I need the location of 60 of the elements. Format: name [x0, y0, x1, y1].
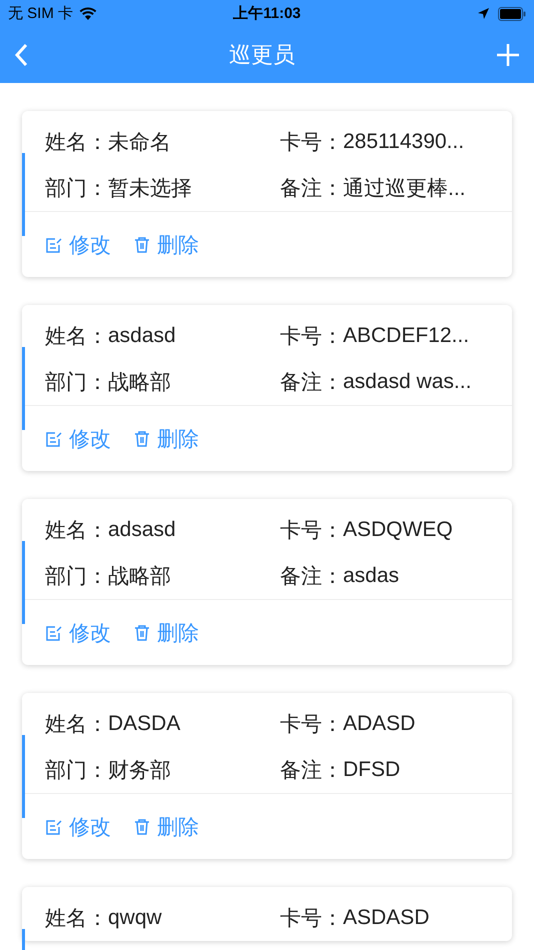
field-label: 部门：	[45, 370, 108, 396]
field-label: 备注：	[280, 758, 343, 784]
trash-icon	[133, 624, 151, 642]
battery-icon	[498, 6, 526, 20]
field-value: ADASD	[343, 712, 416, 736]
field-label: 卡号：	[280, 130, 343, 156]
field-label: 姓名：	[45, 712, 108, 738]
field-label: 姓名：	[45, 324, 108, 350]
delete-button[interactable]: 删除	[133, 618, 199, 646]
field-value: DFSD	[343, 758, 400, 782]
edit-button[interactable]: 修改	[45, 424, 111, 452]
delete-button[interactable]: 删除	[133, 424, 199, 452]
trash-icon	[133, 236, 151, 254]
field-value: 财务部	[108, 758, 171, 784]
location-arrow-icon	[477, 7, 490, 20]
edit-icon	[45, 818, 63, 836]
edit-icon	[45, 624, 63, 642]
delete-button[interactable]: 删除	[133, 230, 199, 258]
field-label: 部门：	[45, 758, 108, 784]
field-value: ASDASD	[343, 906, 430, 930]
field-label: 卡号：	[280, 712, 343, 738]
field-label: 卡号：	[280, 906, 343, 932]
trash-icon	[133, 430, 151, 448]
trash-icon	[133, 818, 151, 836]
field-label: 姓名：	[45, 906, 108, 932]
edit-icon	[45, 430, 63, 448]
wifi-icon	[79, 7, 98, 20]
field-label: 备注：	[280, 176, 343, 202]
field-value: asdasd	[108, 324, 176, 348]
field-label: 卡号：	[280, 518, 343, 544]
field-label: 备注：	[280, 564, 343, 590]
page-title: 巡更员	[229, 41, 295, 69]
edit-button[interactable]: 修改	[45, 618, 111, 646]
field-value: 未命名	[108, 130, 171, 156]
field-value: asdasd was...	[343, 370, 472, 394]
field-value: 战略部	[108, 370, 171, 396]
field-label: 备注：	[280, 370, 343, 396]
field-value: 通过巡更棒...	[343, 176, 466, 202]
field-value: asdas	[343, 564, 400, 588]
field-label: 卡号：	[280, 324, 343, 350]
edit-icon	[45, 236, 63, 254]
field-value: 285114390...	[343, 130, 464, 154]
field-label: 姓名：	[45, 518, 108, 544]
add-icon[interactable]	[496, 43, 520, 67]
field-value: ASDQWEQ	[343, 518, 453, 542]
field-label: 部门：	[45, 564, 108, 590]
field-label: 部门：	[45, 176, 108, 202]
edit-button[interactable]: 修改	[45, 812, 111, 840]
back-icon[interactable]	[14, 43, 28, 67]
field-value: DASDA	[108, 712, 180, 736]
field-value: ABCDEF12...	[343, 324, 470, 348]
status-time: 上午11:03	[233, 4, 301, 23]
field-value: qwqw	[108, 906, 162, 930]
field-value: adsasd	[108, 518, 176, 542]
delete-button[interactable]: 删除	[133, 812, 199, 840]
field-label: 姓名：	[45, 130, 108, 156]
field-value: 暂未选择	[108, 176, 192, 202]
edit-button[interactable]: 修改	[45, 230, 111, 258]
field-value: 战略部	[108, 564, 171, 590]
carrier-label: 无 SIM 卡	[8, 4, 74, 23]
